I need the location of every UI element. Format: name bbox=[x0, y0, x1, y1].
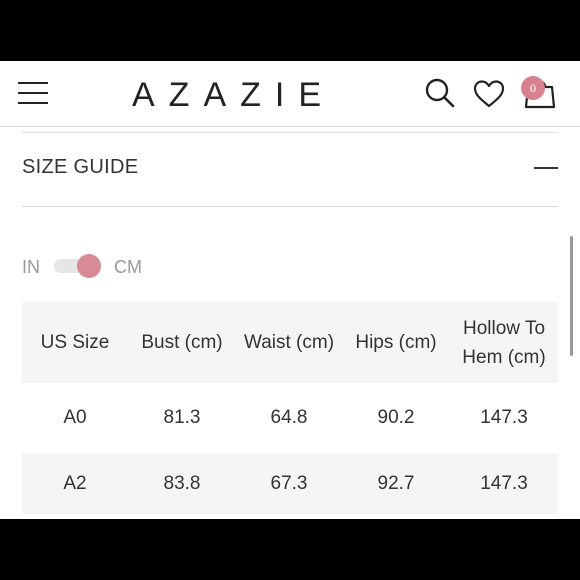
column-header: Waist (cm) bbox=[243, 332, 335, 353]
table-cell: 67.3 bbox=[270, 472, 308, 494]
table-header-row: US Size Bust (cm) Waist (cm) Hips (cm) H… bbox=[22, 302, 558, 383]
cart-count-badge: 0 bbox=[521, 76, 545, 100]
table-cell: 92.7 bbox=[377, 472, 415, 494]
table-cell: 64.8 bbox=[270, 407, 308, 428]
column-header: Bust (cm) bbox=[141, 332, 223, 353]
divider bbox=[22, 132, 558, 133]
table-cell: 147.3 bbox=[480, 472, 528, 494]
table-cell: 147.3 bbox=[480, 407, 528, 428]
menu-icon[interactable] bbox=[18, 81, 48, 105]
unit-toggle-knob[interactable] bbox=[77, 254, 101, 278]
collapse-icon[interactable] bbox=[534, 167, 558, 169]
column-header: Hollow To Hem (cm) bbox=[462, 317, 546, 368]
heart-icon[interactable] bbox=[473, 79, 505, 109]
table-cell: A2 bbox=[63, 472, 87, 494]
table-cell: 83.8 bbox=[163, 472, 201, 494]
brand-logo[interactable]: AZAZIE bbox=[132, 75, 346, 115]
table-row: A2 83.8 67.3 92.7 147.3 bbox=[22, 453, 558, 514]
table-row: A0 81.3 64.8 90.2 147.3 bbox=[22, 383, 558, 453]
unit-cm-label[interactable]: CM bbox=[114, 257, 142, 278]
screen: AZAZIE 0 SIZE GUIDE IN CM US Size Bust (… bbox=[0, 61, 580, 519]
size-table: US Size Bust (cm) Waist (cm) Hips (cm) H… bbox=[22, 302, 558, 514]
column-header: US Size bbox=[40, 332, 110, 353]
divider bbox=[22, 206, 558, 207]
table-cell: 90.2 bbox=[377, 407, 415, 428]
bottom-black-bar bbox=[0, 519, 580, 580]
unit-in-label[interactable]: IN bbox=[22, 257, 40, 278]
table-cell: 81.3 bbox=[163, 407, 201, 428]
scrollbar[interactable] bbox=[570, 236, 573, 356]
top-black-bar bbox=[0, 0, 580, 61]
search-icon[interactable] bbox=[425, 78, 455, 108]
size-guide-title[interactable]: SIZE GUIDE bbox=[22, 156, 138, 179]
site-header: AZAZIE 0 bbox=[0, 61, 580, 127]
column-header: Hips (cm) bbox=[355, 332, 437, 353]
table-cell: A0 bbox=[63, 407, 87, 428]
